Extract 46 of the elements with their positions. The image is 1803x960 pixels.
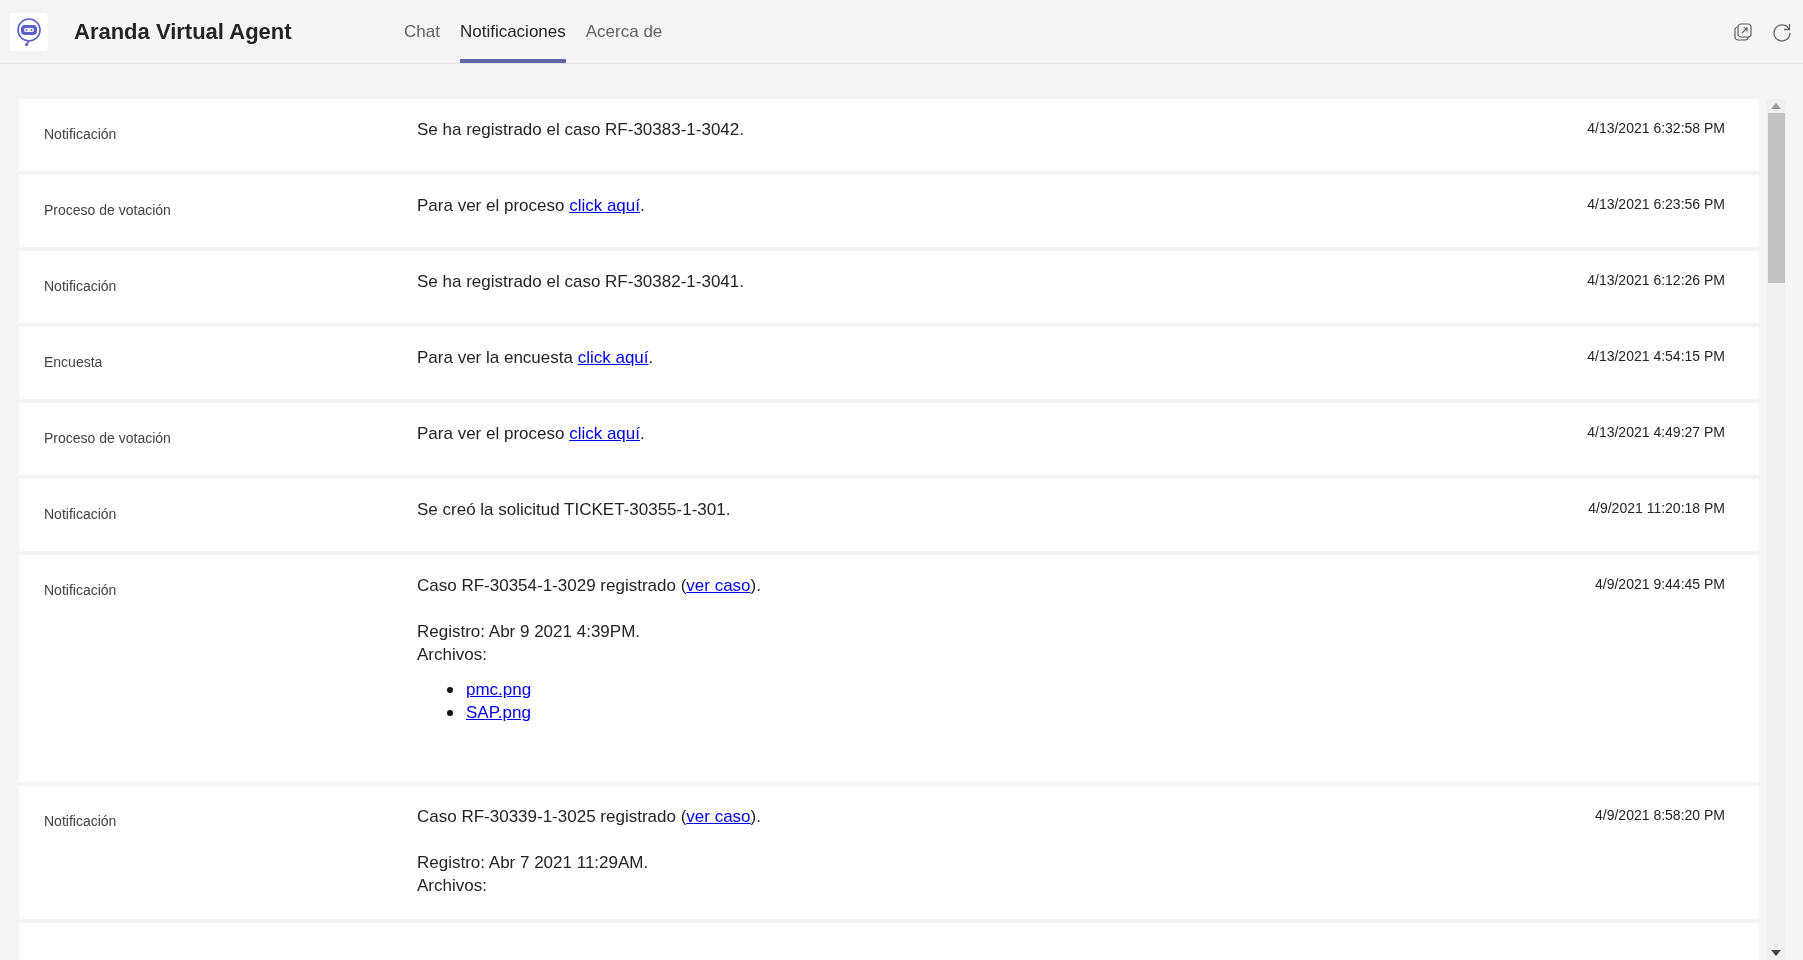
message-text: Se ha registrado el caso RF-30383-1-3042. (417, 119, 745, 141)
category-label: Proceso de votación (44, 201, 172, 220)
message-link[interactable]: click aquí (577, 348, 649, 367)
timestamp: 4/13/2021 4:49:27 PM (1587, 423, 1725, 442)
nav-tab[interactable]: Chat (404, 0, 440, 63)
file-link[interactable]: pmc.png (466, 678, 532, 701)
app-title: Aranda Virtual Agent (74, 18, 293, 45)
message-link[interactable]: ver caso (686, 576, 751, 595)
scrollbar[interactable] (1766, 99, 1786, 960)
category-label: Notificación (44, 277, 118, 296)
timestamp: 4/13/2021 6:32:58 PM (1587, 119, 1725, 138)
category-label: Proceso de votación (44, 429, 172, 448)
message-link[interactable]: click aquí (569, 424, 640, 443)
message-text: Se creó la solicitud TICKET-30355-1-301. (417, 499, 732, 521)
robot-logo-icon (10, 12, 48, 51)
nav-tab[interactable]: Acerca de (585, 0, 663, 63)
scroll-down-icon[interactable] (1771, 950, 1781, 956)
bullet-icon (447, 686, 453, 693)
scrollbar-thumb[interactable] (1767, 113, 1785, 283)
category-label: Notificación (44, 125, 118, 144)
bullet-icon (447, 709, 453, 716)
popout-icon[interactable] (1733, 21, 1753, 42)
category-label: Notificación (44, 505, 118, 524)
message-text: Se ha registrado el caso RF-30382-1-3041. (417, 271, 745, 293)
message-link[interactable]: ver caso (686, 807, 751, 826)
message-text: Para ver el proceso click aquí. (417, 423, 646, 445)
timestamp: 4/9/2021 11:20:18 PM (1588, 499, 1725, 518)
message-text: Caso RF-30354-1-3029 registrado (ver caso). (417, 575, 762, 597)
detail-text: Archivos: (417, 875, 488, 897)
timestamp: 4/13/2021 4:54:15 PM (1587, 347, 1725, 366)
file-link[interactable]: SAP.png (466, 701, 531, 724)
nav-tab[interactable]: Notificaciones (459, 0, 566, 63)
timestamp: 4/9/2021 8:58:20 PM (1595, 806, 1725, 825)
message-text: Para ver la encuesta click aquí. (417, 347, 655, 369)
category-label: Encuesta (44, 353, 104, 372)
detail-text: Registro: Abr 7 2021 11:29AM. (417, 852, 650, 874)
message-link[interactable]: click aquí (569, 196, 640, 215)
category-label: Notificación (44, 812, 118, 831)
timestamp: 4/13/2021 6:23:56 PM (1587, 195, 1725, 214)
timestamp: 4/9/2021 9:44:45 PM (1595, 575, 1725, 594)
message-text: Caso RF-30339-1-3025 registrado (ver caso). (417, 806, 762, 828)
message-text: Para ver el proceso click aquí. (417, 195, 646, 217)
timestamp: 4/13/2021 6:12:26 PM (1587, 271, 1725, 290)
detail-text: Archivos: (417, 644, 488, 666)
category-label: Notificación (44, 581, 118, 600)
detail-text: Registro: Abr 9 2021 4:39PM. (417, 621, 642, 643)
